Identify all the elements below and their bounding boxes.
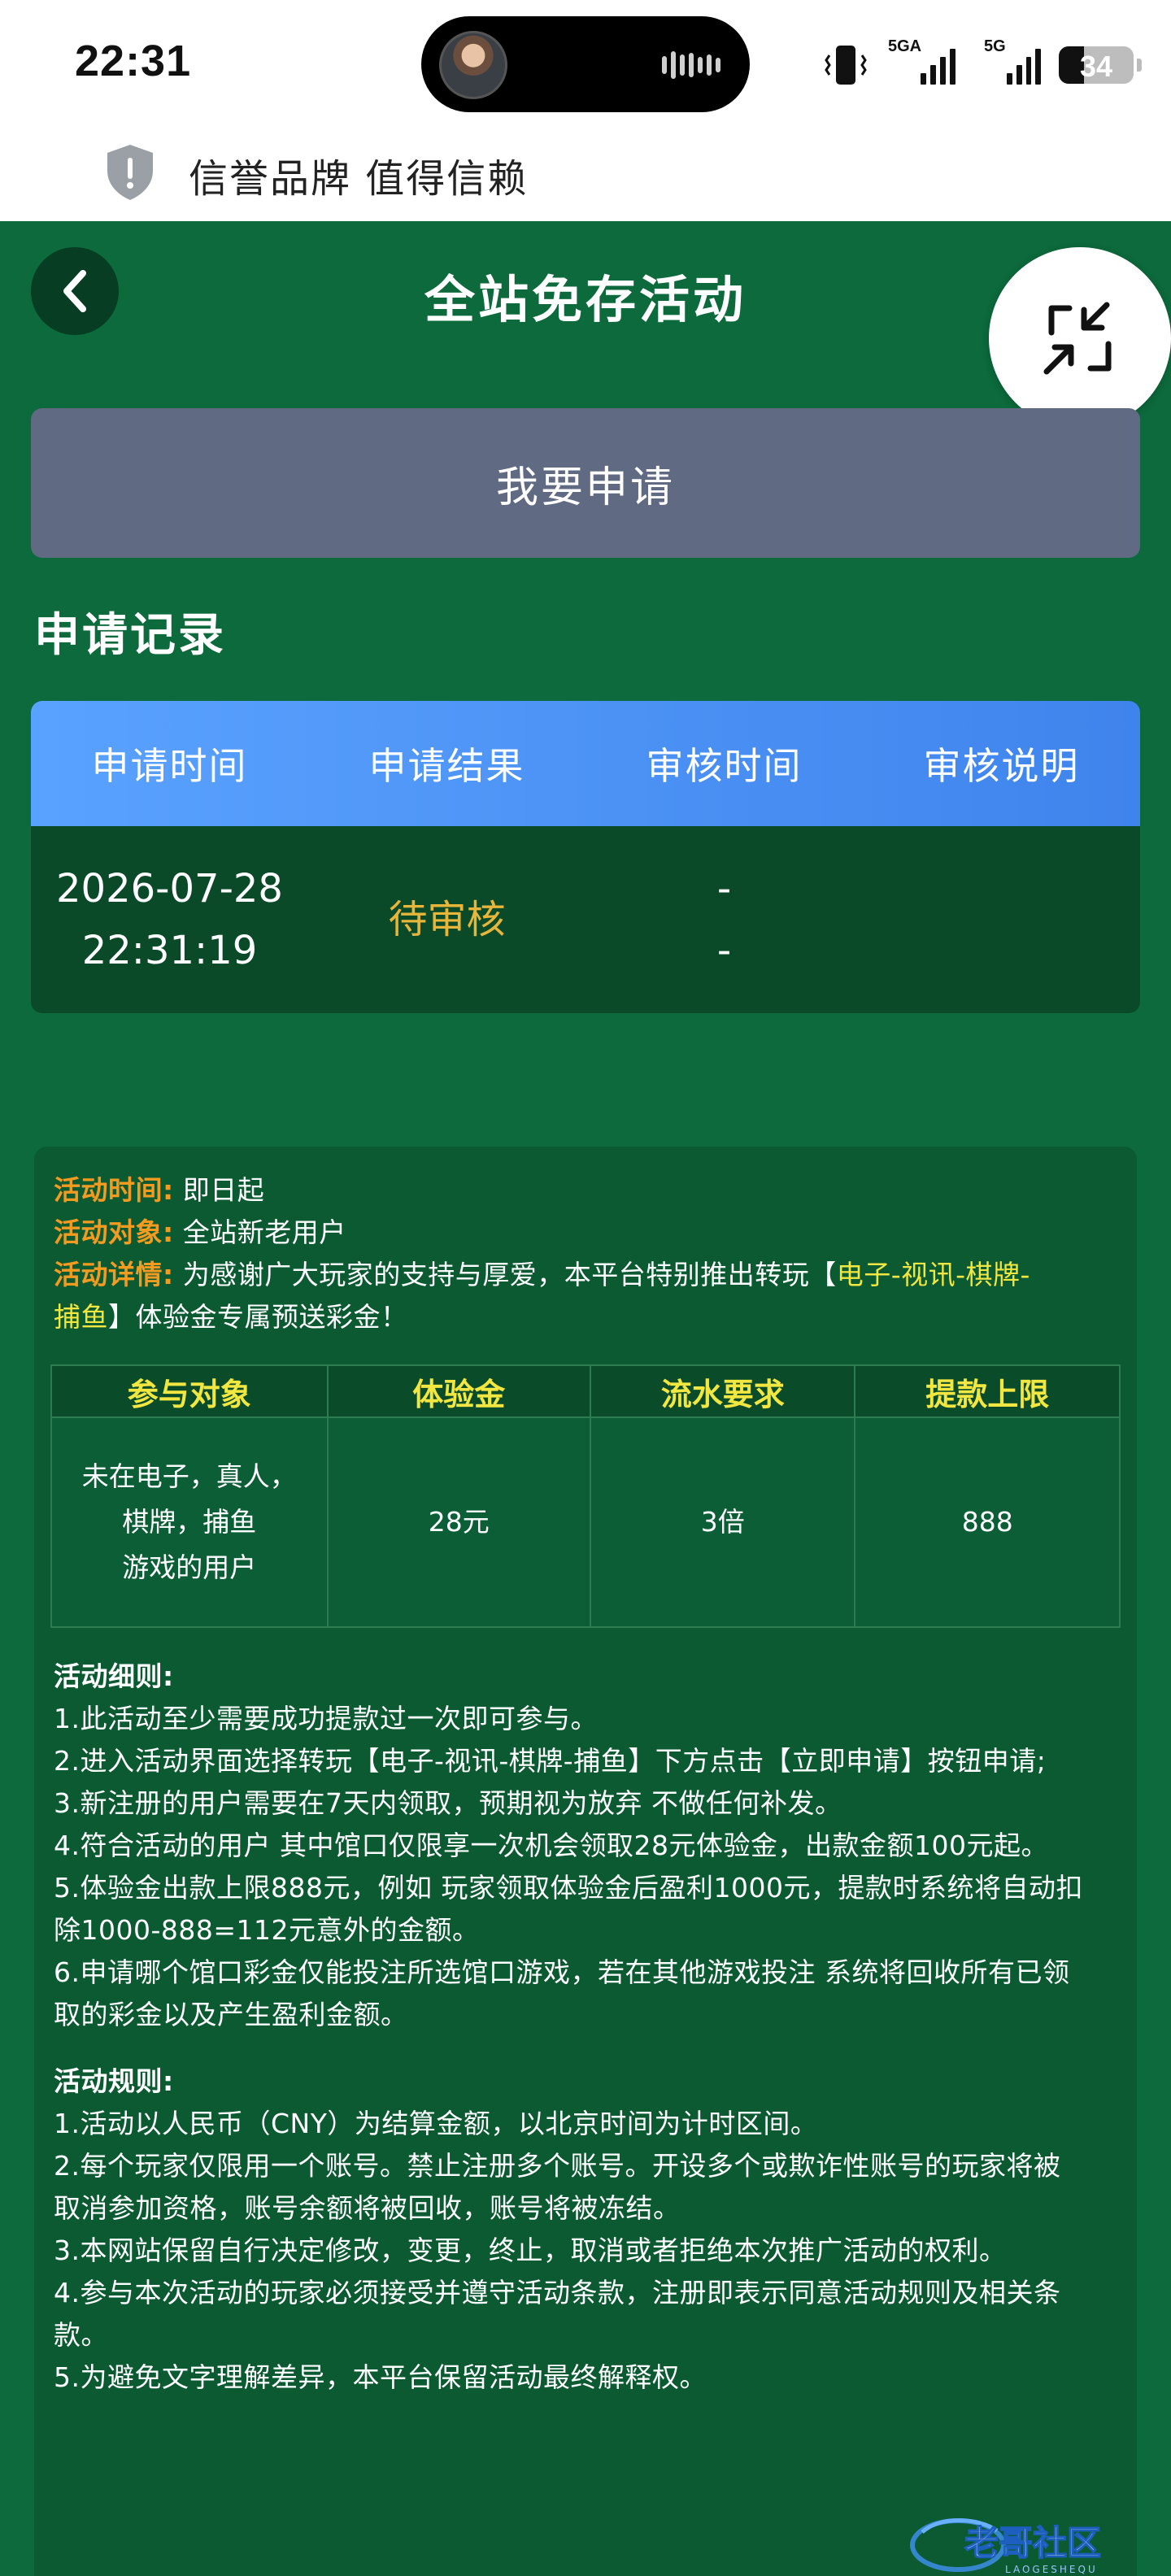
target-cell: 未在电子，真人， 棋牌，捕鱼 游戏的用户 bbox=[50, 1416, 329, 1628]
signal-tag: 5G bbox=[984, 37, 1006, 55]
detail-item: 3.新注册的用户需要在7天内领取，预期视为放弃 不做任何补发。 bbox=[54, 1787, 842, 1819]
avatar bbox=[439, 31, 507, 99]
detail-item: 除1000-888=112元意外的金额。 bbox=[54, 1914, 480, 1946]
review-time-line: - bbox=[716, 866, 732, 912]
records-table: 申请时间 申请结果 审核时间 审核说明 2026-07-28 22:31:19 … bbox=[31, 701, 1140, 1013]
detail-item: 2.进入活动界面选择转玩【电子-视讯-棋牌-捕鱼】下方点击【立即申请】按钮申请; bbox=[54, 1745, 1047, 1777]
rule-item: 3.本网站保留自行决定修改，变更，终止，取消或者拒绝本次推广活动的权利。 bbox=[54, 2234, 1007, 2266]
label: 活动详情: bbox=[54, 1259, 174, 1290]
detail-item: 1.此活动至少需要成功提款过一次即可参与。 bbox=[54, 1703, 598, 1734]
rule-item: 1.活动以人民币（CNY）为结算金额，以北京时间为计时区间。 bbox=[54, 2108, 818, 2139]
shield-icon bbox=[107, 145, 153, 200]
detail-text: 】体验金专属预送彩金！ bbox=[108, 1301, 408, 1333]
column-header: 审核时间 bbox=[646, 744, 803, 788]
cell-line: 未在电子，真人， bbox=[81, 1460, 297, 1492]
trust-banner: 信誉品牌 值得信赖 bbox=[0, 130, 1171, 221]
table-header-row: 参与对象 体验金 流水要求 提款上限 bbox=[50, 1364, 1121, 1418]
status-badge: 待审核 bbox=[388, 897, 506, 942]
activity-detail-line: 活动详情: 为感谢广大玩家的支持与厚爱，本平台特别推出转玩【电子-视讯-棋牌- bbox=[54, 1254, 1119, 1296]
activity-detail-line-2: 捕鱼】体验金专属预送彩金！ bbox=[54, 1296, 1119, 1338]
rule-item: 款。 bbox=[54, 2319, 108, 2351]
table-row: 未在电子，真人， 棋牌，捕鱼 游戏的用户 28元 3倍 888 bbox=[50, 1416, 1121, 1628]
battery-tip bbox=[1137, 59, 1142, 72]
column-header: 申请时间 bbox=[91, 744, 248, 788]
column-header: 流水要求 bbox=[589, 1364, 856, 1418]
detail-item: 取的彩金以及产生盈利金额。 bbox=[54, 1999, 408, 2030]
cell-line: 棋牌，捕鱼 bbox=[122, 1506, 257, 1538]
svg-text:老哥社区: 老哥社区 bbox=[964, 2523, 1101, 2563]
experience-table: 参与对象 体验金 流水要求 提款上限 未在电子，真人， 棋牌，捕鱼 游戏的用户 … bbox=[50, 1364, 1121, 1628]
detail-item: 6.申请哪个馆口彩金仅能投注所选馆口游戏，若在其他游戏投注 系统将回收所有已领 bbox=[54, 1956, 1070, 1988]
status-time: 22:31 bbox=[75, 37, 192, 85]
minimize-button[interactable] bbox=[989, 247, 1171, 429]
status-icons: 5GA 5G 34 bbox=[821, 33, 1142, 98]
activity-target-line: 活动对象: 全站新老用户 bbox=[54, 1212, 1119, 1254]
highlight: 电子-视讯-棋牌- bbox=[836, 1259, 1030, 1290]
turnover-cell: 3倍 bbox=[589, 1416, 856, 1628]
signal-icon: 5GA bbox=[888, 37, 966, 85]
rule-item: 4.参与本次活动的玩家必须接受并遵守活动条款，注册即表示同意活动规则及相关条 bbox=[54, 2277, 1061, 2308]
minimize-arrows-icon bbox=[1043, 302, 1112, 375]
limit-cell: 888 bbox=[854, 1416, 1121, 1628]
signal-tag: 5GA bbox=[888, 37, 922, 55]
apply-time-cell: 2026-07-28 22:31:19 bbox=[31, 826, 308, 1013]
svg-text:LAOGESHEQU: LAOGESHEQU bbox=[1005, 2564, 1098, 2575]
review-time-line: - bbox=[716, 928, 732, 973]
review-time-cell: - - bbox=[586, 826, 863, 1013]
column-header: 体验金 bbox=[326, 1364, 591, 1418]
amount-cell: 28元 bbox=[326, 1416, 591, 1628]
dynamic-island[interactable] bbox=[421, 16, 750, 112]
cell-line: 游戏的用户 bbox=[122, 1551, 257, 1583]
column-header: 申请结果 bbox=[368, 744, 525, 788]
rules-title: 活动规则: bbox=[54, 2065, 174, 2097]
rule-item: 5.为避免文字理解差异，本平台保留活动最终解释权。 bbox=[54, 2361, 707, 2393]
review-note-cell bbox=[863, 826, 1140, 1013]
detail-item: 5.体验金出款上限888元，例如 玩家领取体验金后盈利1000元，提款时系统将自… bbox=[54, 1872, 1083, 1904]
detail-item: 4.符合活动的用户 其中馆口仅限享一次机会领取28元体验金，出款金额100元起。 bbox=[54, 1830, 1048, 1861]
apply-button[interactable]: 我要申请 bbox=[31, 408, 1140, 558]
column-header: 提款上限 bbox=[854, 1364, 1121, 1418]
vibrate-icon bbox=[825, 46, 867, 85]
apply-date: 2026-07-28 bbox=[56, 866, 283, 912]
column-header: 审核说明 bbox=[923, 744, 1080, 788]
watermark-logo: 老哥社区 LAOGESHEQU bbox=[910, 2518, 1102, 2575]
activity-time-line: 活动时间: 即日起 bbox=[54, 1169, 1119, 1212]
column-header: 参与对象 bbox=[50, 1364, 329, 1418]
status-bar: 22:31 5GA 5G 34 bbox=[0, 0, 1171, 130]
rule-item: 2.每个玩家仅限用一个账号。禁止注册多个账号。开设多个或欺诈性账号的玩家将被 bbox=[54, 2150, 1061, 2182]
value: 即日起 bbox=[182, 1174, 265, 1206]
detail-text: 为感谢广大玩家的支持与厚爱，本平台特别推出转玩【 bbox=[182, 1259, 837, 1290]
battery-icon: 34 bbox=[1059, 46, 1134, 84]
label: 活动对象: bbox=[54, 1216, 174, 1248]
audio-wave-icon bbox=[662, 49, 720, 81]
records-table-header: 申请时间 申请结果 审核时间 审核说明 bbox=[31, 701, 1140, 826]
signal-icon-2: 5G bbox=[984, 37, 1041, 85]
highlight: 捕鱼 bbox=[54, 1301, 108, 1333]
value: 全站新老用户 bbox=[182, 1216, 346, 1248]
rule-item: 取消参加资格，账号余额将被回收，账号将被冻结。 bbox=[54, 2192, 681, 2224]
label: 活动时间: bbox=[54, 1174, 174, 1206]
battery-level: 34 bbox=[1079, 50, 1113, 83]
records-title: 申请记录 bbox=[34, 609, 226, 662]
trust-text: 信誉品牌 值得信赖 bbox=[189, 156, 529, 202]
details-title: 活动细则: bbox=[54, 1660, 174, 1692]
table-row: 2026-07-28 22:31:19 待审核 - - bbox=[31, 826, 1140, 1013]
activity-rules-panel: 活动时间: 即日起 活动对象: 全站新老用户 活动详情: 为感谢广大玩家的支持与… bbox=[34, 1147, 1137, 2576]
apply-time: 22:31:19 bbox=[81, 928, 258, 973]
